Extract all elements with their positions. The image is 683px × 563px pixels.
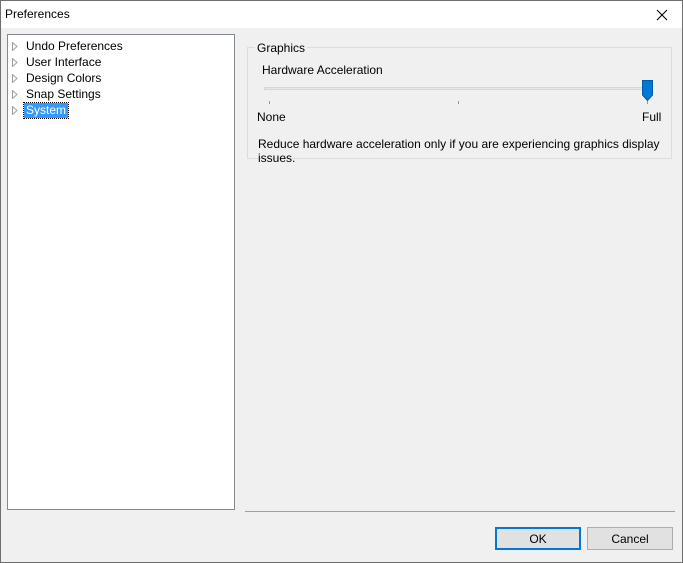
slider-tick [647, 101, 648, 104]
tree-item-label[interactable]: System [22, 102, 70, 119]
ok-button[interactable]: OK [495, 527, 581, 550]
slider-tick [269, 101, 270, 104]
footer-separator [245, 511, 675, 512]
cancel-button[interactable]: Cancel [587, 527, 673, 550]
tree-item-label[interactable]: Snap Settings [24, 87, 103, 102]
expand-arrow-icon[interactable] [12, 103, 24, 118]
tree-item-design-colors[interactable]: Design Colors [12, 71, 103, 86]
preferences-dialog: Preferences Undo Preferences User Interf… [0, 0, 683, 563]
tree-item-undo-preferences[interactable]: Undo Preferences [12, 39, 125, 54]
hardware-acceleration-description: Reduce hardware acceleration only if you… [258, 137, 660, 165]
tree-item-label[interactable]: Undo Preferences [24, 39, 125, 54]
expand-arrow-icon[interactable] [12, 55, 24, 70]
hardware-acceleration-slider-track[interactable] [264, 87, 652, 90]
expand-arrow-icon[interactable] [12, 87, 24, 102]
close-button[interactable] [642, 1, 682, 28]
slider-tick [458, 101, 459, 104]
category-tree[interactable]: Undo Preferences User Interface Design C… [7, 34, 235, 510]
window-title: Preferences [5, 7, 70, 21]
title-bar: Preferences [1, 1, 682, 28]
tree-item-label[interactable]: Design Colors [24, 71, 103, 86]
tree-item-label[interactable]: User Interface [24, 55, 103, 70]
tree-item-user-interface[interactable]: User Interface [12, 55, 103, 70]
slider-min-label: None [257, 110, 286, 124]
slider-max-label: Full [642, 110, 662, 124]
hardware-acceleration-label: Hardware Acceleration [262, 63, 383, 77]
expand-arrow-icon[interactable] [12, 71, 24, 86]
tree-item-system[interactable]: System [12, 102, 70, 119]
graphics-group-title: Graphics [255, 41, 308, 55]
close-icon [656, 9, 668, 20]
tree-item-snap-settings[interactable]: Snap Settings [12, 87, 103, 102]
hardware-acceleration-slider-thumb[interactable] [642, 80, 653, 101]
expand-arrow-icon[interactable] [12, 39, 24, 54]
